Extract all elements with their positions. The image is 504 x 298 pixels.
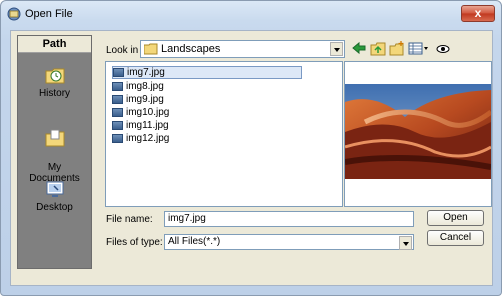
sidebar-item-desktop[interactable]: Desktop <box>18 178 91 213</box>
file-name-label: File name: <box>106 214 153 225</box>
window-title: Open File <box>25 8 73 20</box>
file-name: img7.jpg <box>127 67 165 78</box>
desktop-icon <box>46 181 63 197</box>
sidebar-item-label: Desktop <box>36 202 73 213</box>
image-file-icon <box>112 95 123 104</box>
file-name: img9.jpg <box>126 94 164 105</box>
image-file-icon <box>112 108 123 117</box>
image-file-icon <box>113 68 124 77</box>
sidebar-item-history[interactable]: History <box>18 64 91 99</box>
chevron-down-icon[interactable] <box>330 42 343 56</box>
chevron-down-icon[interactable] <box>399 236 412 250</box>
close-button[interactable]: x <box>461 5 495 22</box>
folder-icon <box>144 43 158 55</box>
file-name-field[interactable]: img7.jpg <box>164 211 414 227</box>
my-documents-icon <box>45 129 64 147</box>
up-folder-icon[interactable] <box>370 41 386 56</box>
open-file-dialog: Open File x Path History My Documents De… <box>0 0 502 296</box>
image-file-icon <box>112 82 123 91</box>
landscape-preview-image <box>345 62 491 206</box>
look-in-dropdown[interactable]: Landscapes <box>140 40 345 58</box>
image-file-icon <box>112 121 123 130</box>
files-of-type-value: All Files(*.*) <box>168 236 221 247</box>
file-name: img10.jpg <box>126 107 170 118</box>
back-arrow-icon[interactable] <box>351 41 367 56</box>
dialog-body: Path History My Documents Desktop Look i… <box>10 30 493 286</box>
cancel-button[interactable]: Cancel <box>427 230 484 246</box>
view-menu-icon[interactable] <box>408 41 430 56</box>
image-preview <box>344 61 492 207</box>
history-icon <box>45 68 64 84</box>
image-file-icon <box>112 134 123 143</box>
file-name: img11.jpg <box>126 120 169 131</box>
files-of-type-label: Files of type: <box>106 237 163 248</box>
sidebar-item-label: History <box>38 88 71 99</box>
file-name: img12.jpg <box>126 133 170 144</box>
file-list[interactable]: img7.jpg img8.jpg img9.jpg img10.jpg img… <box>105 61 343 207</box>
open-button[interactable]: Open <box>427 210 484 226</box>
path-sidebar: Path History My Documents Desktop <box>17 35 92 269</box>
close-icon: x <box>474 6 482 20</box>
look-in-label: Look in <box>106 45 139 56</box>
sidebar-header: Path <box>18 36 91 53</box>
preview-toggle-icon[interactable] <box>435 41 451 56</box>
new-folder-icon[interactable] <box>389 41 405 56</box>
file-name: img8.jpg <box>126 81 164 92</box>
files-of-type-dropdown[interactable]: All Files(*.*) <box>164 234 414 250</box>
sidebar-item-my-documents[interactable]: My Documents <box>18 116 91 184</box>
look-in-value: Landscapes <box>161 43 221 55</box>
list-item[interactable]: img7.jpg <box>112 66 302 79</box>
title-bar[interactable]: Open File x <box>1 1 501 27</box>
app-icon <box>7 7 21 21</box>
